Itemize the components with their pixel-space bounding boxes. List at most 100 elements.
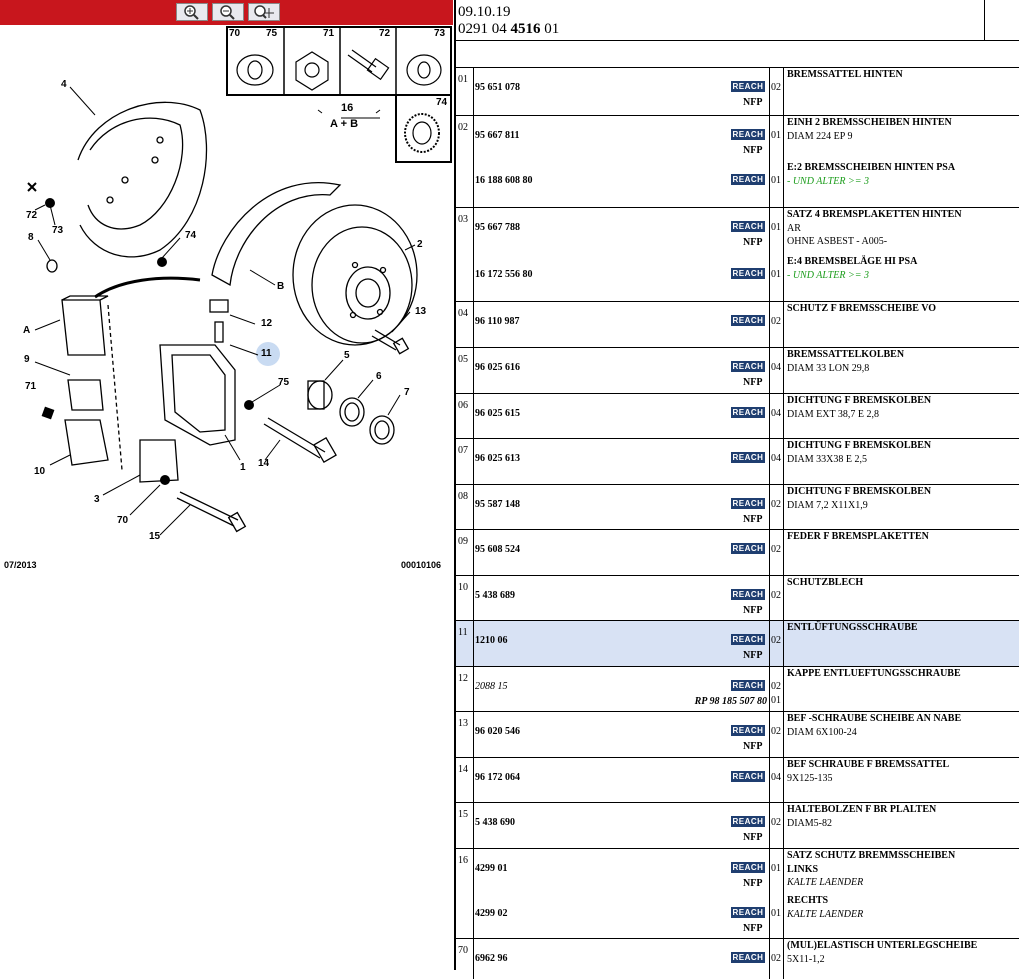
nfp-label: NFP (743, 923, 763, 934)
description-line: SATZ SCHUTZ BREMMSSCHEIBEN (787, 850, 956, 861)
table-row[interactable]: 05 96 025 616 REACH NFP 04 BREMSSATTELKOLBEN D… (456, 347, 1019, 394)
part-reference[interactable]: 95 587 148 (475, 499, 520, 510)
part-reference[interactable]: 95 667 811 (475, 130, 519, 141)
callout-12[interactable]: 12 (261, 318, 272, 329)
table-row[interactable]: 09 95 608 524 REACH 02 FEDER F BREMSPLAKETTE… (456, 529, 1019, 576)
reference-cell: 1210 06 REACH NFP (473, 621, 770, 667)
zoom-in-button[interactable] (176, 3, 208, 21)
table-row[interactable]: 11 1210 06 REACH NFP 02 ENTLÜFTUNGSSCHRAUBE (456, 620, 1019, 667)
part-reference[interactable]: 16 172 556 80 (475, 269, 533, 280)
part-reference[interactable]: 4299 01 (475, 863, 508, 874)
quantity: 01 (771, 175, 781, 186)
zoom-toolbar (0, 0, 453, 25)
row-index: 08 (458, 491, 468, 502)
callout-1[interactable]: 1 (240, 462, 246, 473)
callout-B[interactable]: B (277, 281, 284, 292)
replacement-reference[interactable]: RP 98 185 507 80 (695, 696, 767, 707)
nfp-label: NFP (743, 145, 763, 156)
callout-14[interactable]: 14 (258, 458, 269, 469)
brake-disc-drawing (292, 204, 418, 346)
inset-group-number: 16 (341, 102, 354, 114)
qty-cell: 02 01 (769, 667, 784, 712)
part-reference[interactable]: 4299 02 (475, 908, 508, 919)
description-line: DICHTUNG F BREMSKOLBEN (787, 440, 932, 451)
callout-7[interactable]: 7 (404, 387, 410, 398)
table-row[interactable]: 10 5 438 689 REACH NFP 02 SCHUTZBLECH (456, 575, 1019, 621)
reach-badge: REACH (731, 589, 765, 600)
row-index: 16 (458, 855, 468, 866)
callout-15[interactable]: 15 (149, 531, 160, 542)
table-row[interactable]: 02 95 667 811 REACH NFP 16 188 608 80 REACH 01… (456, 115, 1019, 208)
description-line: BREMSSATTEL HINTEN (787, 69, 903, 80)
part-reference[interactable]: 5 438 689 (475, 590, 515, 601)
zoom-in-icon (184, 5, 199, 20)
table-row[interactable]: 70 6962 96 REACH 02 (MUL)ELASTISCH UNTERLEGS… (456, 938, 1019, 979)
callout-11[interactable]: 11 (261, 348, 272, 359)
table-row[interactable]: 01 95 651 078 REACH NFP 02 BREMSSATTEL HINTEN (456, 67, 1019, 116)
table-row[interactable]: 16 4299 01 REACH NFP 4299 02 REACH NFP 01 01 SATZ… (456, 848, 1019, 939)
part-reference[interactable]: 95 608 524 (475, 544, 520, 555)
table-row[interactable]: 03 95 667 788 REACH NFP 16 172 556 80 REACH 01… (456, 207, 1019, 302)
callout-13[interactable]: 13 (415, 306, 426, 317)
description-line: - UND ALTER >= 3 (787, 269, 870, 281)
part-reference[interactable]: 96 172 064 (475, 772, 520, 783)
callout-73[interactable]: 73 (52, 225, 63, 236)
table-row[interactable]: 12 2088 15 REACH RP 98 185 507 80 02 01 KAPPE … (456, 666, 1019, 712)
callout-4[interactable]: 4 (61, 79, 67, 90)
inset-group-sub: A + B (330, 118, 359, 130)
quantity: 04 (771, 408, 781, 419)
qty-cell: 04 (769, 348, 784, 394)
callout-72[interactable]: 72 (26, 210, 37, 221)
callout-75[interactable]: 75 (278, 377, 289, 388)
table-row[interactable]: 15 5 438 690 REACH NFP 02 HALTEBOLZEN F BR PL… (456, 802, 1019, 849)
part-reference[interactable]: 95 651 078 (475, 82, 520, 93)
qty-cell: 02 (769, 485, 784, 530)
table-row[interactable]: 04 96 110 987 REACH 02 SCHUTZ F BREMSSCHEIBE… (456, 301, 1019, 348)
callout-71[interactable]: 71 (25, 381, 36, 392)
table-row[interactable]: 07 96 025 613 REACH 04 DICHTUNG F BREMSKOLBE… (456, 438, 1019, 485)
part-reference[interactable]: 95 667 788 (475, 222, 520, 233)
callout-5[interactable]: 5 (344, 350, 350, 361)
part-reference[interactable]: 96 025 613 (475, 453, 520, 464)
callout-8[interactable]: 8 (28, 232, 34, 243)
callout-6[interactable]: 6 (376, 371, 382, 382)
part-reference[interactable]: 5 438 690 (475, 817, 515, 828)
reach-badge: REACH (731, 268, 765, 279)
part-reference[interactable]: 96 020 546 (475, 726, 520, 737)
part-reference[interactable]: 2088 15 (475, 681, 508, 692)
part-reference[interactable]: 96 025 615 (475, 408, 520, 419)
table-row[interactable]: 06 96 025 615 REACH 04 DICHTUNG F BREMSKOLBE… (456, 393, 1019, 439)
table-row[interactable]: 13 96 020 546 REACH NFP 02 BEF -SCHRAUBE SCHE… (456, 711, 1019, 758)
parts-list-panel: 09.10.19 0291 04 4516 01 01 95 651 078 REA… (456, 0, 1019, 979)
description-line: 9X125-135 (787, 772, 833, 784)
reference-cell: 95 587 148 REACH NFP (473, 485, 770, 530)
part-reference[interactable]: 1210 06 (475, 635, 508, 646)
reference-cell: 96 025 616 REACH NFP (473, 348, 770, 394)
callout-A[interactable]: A (23, 325, 30, 336)
callout-9[interactable]: 9 (24, 354, 30, 365)
callout-2[interactable]: 2 (417, 239, 423, 250)
zoom-pan-button[interactable] (248, 3, 280, 21)
part-reference[interactable]: 16 188 608 80 (475, 175, 533, 186)
callout-10[interactable]: 10 (34, 466, 45, 477)
table-row[interactable]: 14 96 172 064 REACH 04 BEF SCHRAUBE F BREMSS… (456, 757, 1019, 803)
reference-cell: 5 438 689 REACH NFP (473, 576, 770, 621)
callout-70[interactable]: 70 (117, 515, 128, 526)
reach-badge: REACH (731, 543, 765, 554)
part-reference[interactable]: 6962 96 (475, 953, 508, 964)
callout-74[interactable]: 74 (185, 230, 196, 241)
reach-badge: REACH (731, 771, 765, 782)
part-reference[interactable]: 96 025 616 (475, 362, 520, 373)
part-reference[interactable]: 96 110 987 (475, 316, 519, 327)
description-line: OHNE ASBEST - A005- (787, 236, 888, 247)
description-line: SATZ 4 BREMSPLAKETTEN HINTEN (787, 209, 962, 220)
zoom-out-button[interactable] (212, 3, 244, 21)
description-line: BEF -SCHRAUBE SCHEIBE AN NABE (787, 713, 962, 724)
header-date: 09.10.19 (458, 4, 511, 20)
brake-exploded-diagram (27, 26, 452, 536)
description-line: (MUL)ELASTISCH UNTERLEGSCHEIBE (787, 940, 978, 951)
callout-3[interactable]: 3 (94, 494, 100, 505)
qty-cell: 04 (769, 439, 784, 485)
description-line: BEF SCHRAUBE F BREMSSATTEL (787, 759, 950, 770)
table-row[interactable]: 08 95 587 148 REACH NFP 02 DICHTUNG F BREMSKO… (456, 484, 1019, 530)
